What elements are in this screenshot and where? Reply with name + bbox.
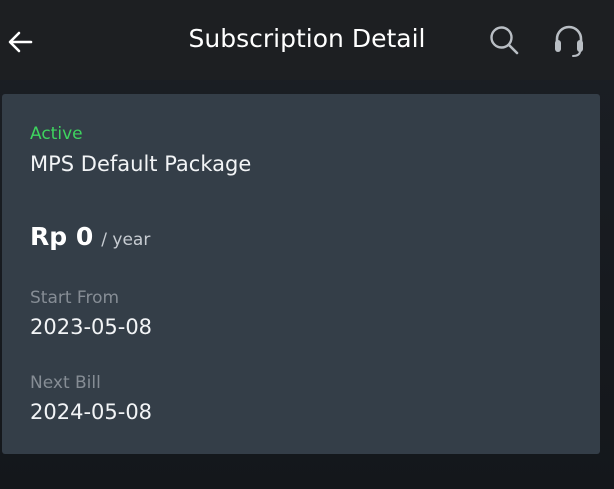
app-header: Subscription Detail xyxy=(0,0,614,80)
package-name: MPS Default Package xyxy=(30,152,252,176)
subscription-card: Active MPS Default Package Rp 0 / year S… xyxy=(2,94,600,454)
headset-icon xyxy=(555,25,583,57)
back-button[interactable] xyxy=(0,22,40,62)
status-badge: Active xyxy=(30,124,83,144)
support-button[interactable] xyxy=(549,20,589,60)
price-row: Rp 0 / year xyxy=(30,222,150,251)
price-period: / year xyxy=(101,230,151,250)
search-icon xyxy=(490,26,519,55)
arrow-left-icon xyxy=(8,31,33,53)
price-amount: Rp 0 xyxy=(30,222,94,251)
next-bill-label: Next Bill xyxy=(30,373,101,393)
start-date-label: Start From xyxy=(30,288,120,308)
search-button[interactable] xyxy=(484,20,524,60)
start-date-value: 2023-05-08 xyxy=(30,315,153,339)
next-bill-value: 2024-05-08 xyxy=(30,400,153,424)
